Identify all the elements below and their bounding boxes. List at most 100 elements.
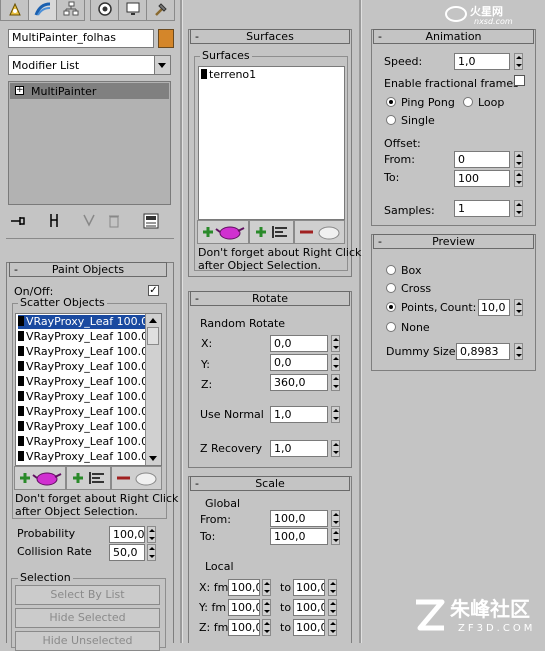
pin-stack-icon[interactable]: [10, 214, 26, 231]
z-recovery-spinner[interactable]: [331, 440, 340, 457]
list-scrollbar[interactable]: [145, 314, 161, 465]
collision-rate-spinner[interactable]: [147, 544, 156, 561]
show-end-result-icon[interactable]: [49, 213, 59, 232]
scroll-down-icon[interactable]: [149, 456, 157, 461]
scale-to-spinner[interactable]: [331, 528, 340, 545]
pingpong-radio[interactable]: [386, 97, 396, 107]
fractional-frames-checkbox[interactable]: [514, 75, 525, 86]
local-x-from-spinner[interactable]: [262, 579, 271, 596]
scatter-objects-list[interactable]: VRayProxy_Leaf 100.0L VRayProxy_Leaf 100…: [15, 313, 162, 466]
hide-unselected-button[interactable]: Hide Unselected: [15, 631, 160, 651]
samples-field[interactable]: 1: [454, 200, 510, 217]
rotate-x-spinner[interactable]: [331, 335, 340, 352]
list-item[interactable]: VRayProxy_Leaf 100.0L: [18, 330, 154, 344]
scale-header[interactable]: - Scale: [190, 476, 350, 491]
hide-selected-button[interactable]: Hide Selected: [15, 608, 160, 628]
list-item[interactable]: VRayProxy_Leaf 100.0L: [18, 360, 154, 374]
rotate-y-spinner[interactable]: [331, 354, 340, 371]
object-name-field[interactable]: MultiPainter_folhas: [8, 29, 154, 48]
tab-create[interactable]: [0, 0, 29, 21]
cross-radio[interactable]: [386, 283, 396, 293]
rotate-z-field[interactable]: 360,0: [270, 374, 328, 391]
count-spinner[interactable]: [514, 299, 523, 316]
offset-from-field[interactable]: 0: [454, 151, 510, 168]
expand-icon[interactable]: +: [15, 86, 24, 95]
add-surface-from-list-button[interactable]: [249, 220, 294, 244]
remove-object-button[interactable]: [111, 466, 162, 490]
offset-from-spinner[interactable]: [514, 151, 523, 168]
scroll-thumb[interactable]: [147, 327, 159, 345]
list-item[interactable]: VRayProxy_Leaf 100.0: [18, 450, 148, 464]
paint-objects-header[interactable]: - Paint Objects: [9, 262, 167, 277]
onoff-checkbox[interactable]: ✓: [148, 285, 159, 296]
dummy-size-field[interactable]: 0,8983: [456, 343, 510, 360]
probability-field[interactable]: 100,0: [109, 526, 145, 543]
use-normal-field[interactable]: 1,0: [270, 406, 328, 423]
dummy-size-spinner[interactable]: [514, 343, 523, 360]
surfaces-header[interactable]: - Surfaces: [190, 29, 350, 44]
animation-header[interactable]: - Animation: [373, 29, 534, 44]
local-y-to-field[interactable]: 100,0: [293, 599, 325, 616]
object-color-swatch[interactable]: [158, 29, 174, 48]
scale-to-field[interactable]: 100,0: [270, 528, 328, 545]
points-radio[interactable]: [386, 302, 396, 312]
z-recovery-field[interactable]: 1,0: [270, 440, 328, 457]
scroll-up-icon[interactable]: [149, 318, 157, 323]
tab-utilities[interactable]: [146, 0, 175, 21]
stack-item-multipainter[interactable]: + MultiPainter: [10, 83, 169, 99]
collision-rate-field[interactable]: 50,0: [109, 544, 145, 561]
single-radio[interactable]: [386, 115, 396, 125]
local-z-to-spinner[interactable]: [328, 619, 337, 636]
none-radio[interactable]: [386, 322, 396, 332]
rotate-y-field[interactable]: 0,0: [270, 354, 328, 371]
offset-to-spinner[interactable]: [514, 170, 523, 187]
scale-from-spinner[interactable]: [331, 510, 340, 527]
use-normal-spinner[interactable]: [331, 406, 340, 423]
list-item[interactable]: VRayProxy_Leaf 100.0L: [18, 345, 154, 359]
modifier-list-dropdown[interactable]: Modifier List: [8, 55, 171, 75]
make-unique-icon[interactable]: [82, 213, 96, 232]
local-y-to-spinner[interactable]: [328, 599, 337, 616]
tab-modify[interactable]: [28, 0, 57, 21]
local-z-from-spinner[interactable]: [262, 619, 271, 636]
list-item[interactable]: terreno1: [201, 68, 256, 82]
list-item[interactable]: VRayProxy_Leaf 100.0L: [18, 375, 154, 389]
local-z-from-field[interactable]: 100,0: [228, 619, 260, 636]
local-z-to-field[interactable]: 100,0: [293, 619, 325, 636]
select-by-list-button[interactable]: Select By List: [15, 585, 160, 605]
add-surface-button[interactable]: [197, 220, 249, 244]
remove-modifier-icon[interactable]: [108, 213, 120, 232]
rotate-x-field[interactable]: 0,0: [270, 335, 328, 352]
local-x-to-spinner[interactable]: [328, 579, 337, 596]
list-item[interactable]: VRayProxy_Leaf 100.0: [18, 420, 148, 434]
box-radio[interactable]: [386, 265, 396, 275]
rotate-header[interactable]: - Rotate: [190, 291, 350, 306]
add-object-button[interactable]: [14, 466, 66, 490]
probability-spinner[interactable]: [147, 526, 156, 543]
remove-surface-button[interactable]: [294, 220, 345, 244]
preview-header[interactable]: - Preview: [373, 234, 534, 249]
local-y-from-field[interactable]: 100,0: [228, 599, 260, 616]
list-item[interactable]: VRayProxy_Leaf 100.0L: [18, 315, 154, 329]
tab-hierarchy[interactable]: [56, 0, 85, 21]
count-field[interactable]: 10,0: [478, 299, 510, 316]
scale-from-field[interactable]: 100,0: [270, 510, 328, 527]
add-from-list-button[interactable]: [66, 466, 111, 490]
speed-spinner[interactable]: [514, 53, 523, 70]
local-x-to-field[interactable]: 100,0: [293, 579, 325, 596]
tab-display[interactable]: [118, 0, 147, 21]
rotate-z-spinner[interactable]: [331, 374, 340, 391]
local-x-from-field[interactable]: 100,0: [228, 579, 260, 596]
offset-to-field[interactable]: 100: [454, 170, 510, 187]
surfaces-list[interactable]: terreno1: [198, 66, 345, 220]
local-x-label: X: fm: [199, 581, 229, 594]
tab-motion[interactable]: [90, 0, 119, 21]
configure-modifier-sets-icon[interactable]: [143, 213, 159, 232]
speed-field[interactable]: 1,0: [454, 53, 510, 70]
loop-radio[interactable]: [463, 97, 473, 107]
list-item[interactable]: VRayProxy_Leaf 100.0: [18, 405, 148, 419]
local-y-from-spinner[interactable]: [262, 599, 271, 616]
list-item[interactable]: VRayProxy_Leaf 100.0: [18, 390, 148, 404]
samples-spinner[interactable]: [514, 200, 523, 217]
list-item[interactable]: VRayProxy_Leaf 100.0: [18, 435, 148, 449]
